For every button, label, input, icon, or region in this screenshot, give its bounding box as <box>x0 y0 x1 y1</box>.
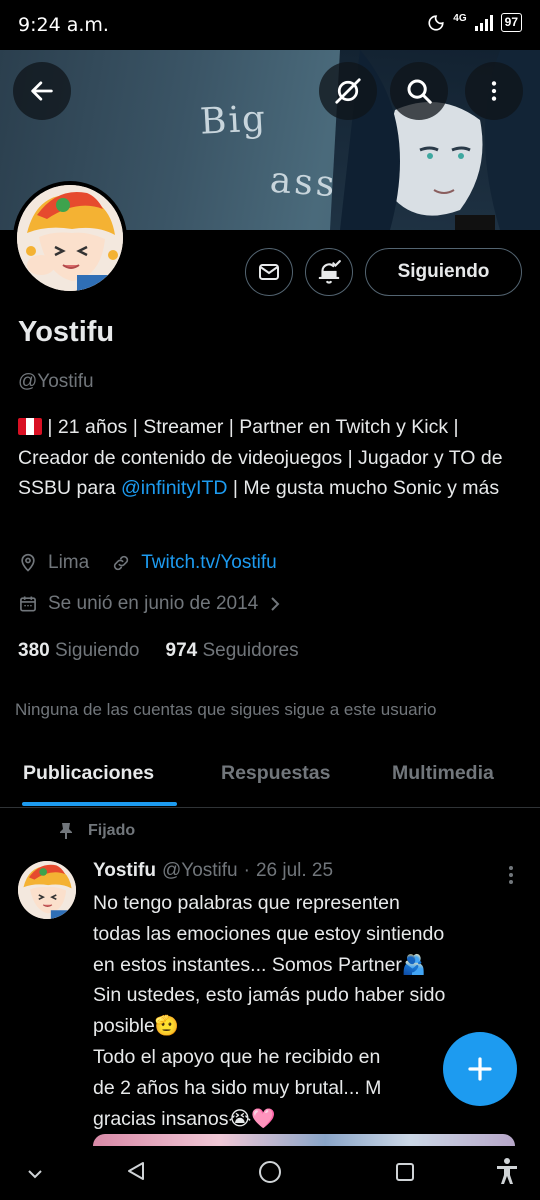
mute-button[interactable] <box>319 62 377 120</box>
location-icon <box>21 553 35 572</box>
status-icons: 4G 97 <box>427 13 522 32</box>
following-button[interactable]: Siguiendo <box>365 248 522 296</box>
post-line: Sin ustedes, esto jamás pudo haber sido <box>93 984 446 1007</box>
link-icon <box>114 555 129 571</box>
peru-flag-icon <box>18 418 42 435</box>
mutual-followers-notice: Ninguna de las cuentas que sigues sigue … <box>15 700 437 719</box>
following-count: 380 <box>18 640 50 661</box>
active-tab-indicator <box>22 802 177 806</box>
profile-name: Yostifu <box>18 316 115 348</box>
nav-back-icon[interactable] <box>124 1159 148 1183</box>
post-author-avatar[interactable] <box>18 861 76 919</box>
post-author-name[interactable]: Yostifu <box>93 860 156 882</box>
profile-meta-location-website: Lima Twitch.tv/Yostifu <box>18 552 277 574</box>
back-arrow-icon <box>31 81 53 101</box>
chevron-right-icon <box>271 597 280 611</box>
post-line: No tengo palabras que representen <box>93 892 400 914</box>
post-line: gracias insanos😭🩷 <box>93 1107 276 1130</box>
search-button[interactable] <box>390 62 448 120</box>
post-line: en estos instantes... Somos Partner🫂 <box>93 953 427 976</box>
battery-indicator: 97 <box>500 13 522 32</box>
pin-icon <box>60 823 72 839</box>
more-vertical-icon <box>491 81 497 101</box>
followers-count-link[interactable]: 974 Seguidores <box>166 640 299 662</box>
status-bar: 9:24 a.m. 4G 97 <box>0 0 540 50</box>
message-icon <box>259 264 279 280</box>
calendar-icon <box>20 596 36 612</box>
pinned-indicator: Fijado <box>58 822 135 840</box>
message-button[interactable] <box>245 248 293 296</box>
post-author-handle[interactable]: @Yostifu <box>162 860 238 882</box>
followers-label: Seguidores <box>202 640 299 661</box>
post-avatar-image <box>18 861 76 919</box>
tab-multimedia[interactable]: Multimedia <box>392 762 494 785</box>
bio-mention-link[interactable]: @infinityITD <box>121 477 227 499</box>
banner-art-text-2: ass <box>268 159 339 206</box>
profile-handle: @Yostifu <box>18 371 94 392</box>
plus-icon <box>468 1057 492 1081</box>
follow-counts: 380 Siguiendo 974 Seguidores <box>18 640 299 662</box>
nav-chevron-icon[interactable] <box>26 1165 44 1183</box>
bio-text-2: | Me gusta mucho Sonic y más <box>227 477 500 499</box>
post-separator: · <box>243 860 250 881</box>
do-not-disturb-moon-icon <box>428 14 444 31</box>
post-more-button[interactable] <box>505 864 517 891</box>
post-line: todas las emociones que estoy sintiendo <box>93 922 445 945</box>
followers-count: 974 <box>165 640 198 661</box>
status-time: 9:24 a.m. <box>18 14 109 36</box>
profile-joined: Se unió en junio de 2014 <box>48 593 259 614</box>
system-navigation-bar <box>0 1150 540 1200</box>
more-vertical-icon <box>509 866 513 884</box>
profile-bio: | 21 años | Streamer | Partner en Twitch… <box>18 412 528 504</box>
pinned-label: Fijado <box>88 822 136 839</box>
avatar-image <box>17 185 123 291</box>
bell-icon <box>318 260 341 284</box>
banner-art-text-1: Big <box>198 98 269 143</box>
profile-joined-row[interactable]: Se unió en junio de 2014 <box>18 593 292 615</box>
nav-home-icon[interactable] <box>257 1159 283 1185</box>
notifications-button[interactable] <box>305 248 353 296</box>
nav-recents-icon[interactable] <box>394 1161 416 1183</box>
search-icon <box>407 79 432 104</box>
following-label: Siguiendo <box>54 640 140 661</box>
back-button[interactable] <box>13 62 71 120</box>
profile-avatar[interactable] <box>13 181 127 295</box>
tab-respuestas[interactable]: Respuestas <box>221 762 330 785</box>
signal-icon <box>474 14 493 31</box>
network-type: 4G <box>453 13 467 24</box>
post-date[interactable]: 26 jul. 25 <box>256 860 333 882</box>
more-options-button[interactable] <box>465 62 523 120</box>
accessibility-icon[interactable] <box>494 1157 520 1185</box>
mute-icon <box>335 78 361 104</box>
post-header: Yostifu @Yostifu · 26 jul. 25 <box>93 860 333 882</box>
post-media-preview[interactable] <box>93 1134 515 1146</box>
profile-website-link[interactable]: Twitch.tv/Yostifu <box>141 552 277 574</box>
profile-tabs: Publicaciones Respuestas Multimedia <box>0 740 540 808</box>
profile-location: Lima <box>48 552 90 573</box>
compose-post-button[interactable] <box>443 1032 517 1106</box>
following-count-link[interactable]: 380 Siguiendo <box>18 640 140 662</box>
tab-publicaciones[interactable]: Publicaciones <box>23 762 154 785</box>
